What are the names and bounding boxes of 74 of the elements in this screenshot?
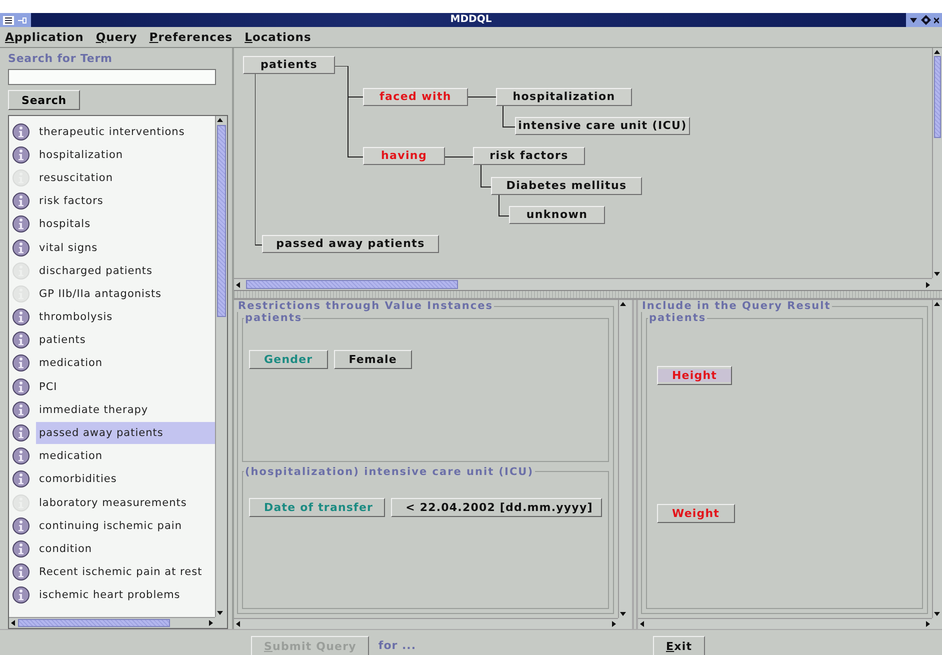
vertical-scrollbar[interactable] (618, 300, 632, 618)
group-title: patients (648, 312, 708, 324)
arrow-icon[interactable] (619, 300, 627, 308)
group-title: (hospitalization) intensive care unit (ICU) (244, 466, 534, 478)
connector-line (468, 96, 496, 98)
window-title: MDDQL (450, 13, 492, 27)
arrow-icon[interactable] (234, 280, 242, 288)
term-item[interactable]: continuing ischemic pain (36, 514, 215, 537)
arrow-icon[interactable] (9, 619, 17, 627)
term-item[interactable]: comorbidities (36, 468, 215, 490)
connector-line (498, 194, 510, 216)
term-item[interactable]: risk factors (36, 190, 215, 212)
concept-node[interactable]: patients (243, 56, 335, 74)
horizontal-scrollbar[interactable] (234, 278, 932, 290)
search-field[interactable] (8, 69, 216, 85)
vertical-scrollbar[interactable] (932, 48, 942, 278)
menu-icon[interactable] (3, 16, 14, 24)
menu-item[interactable]: Preferences (149, 30, 233, 44)
term-item[interactable]: PCI (36, 376, 215, 398)
horizontal-scrollbar[interactable] (638, 618, 932, 629)
vertical-scrollbar[interactable] (215, 116, 227, 617)
group-title: Restrictions through Value Instances (237, 300, 494, 312)
scrollbar-thumb[interactable] (18, 619, 170, 627)
term-item[interactable]: Recent ischemic pain at rest (36, 561, 215, 584)
value-button[interactable]: Female (334, 350, 412, 369)
term-item[interactable]: immediate therapy (36, 398, 215, 421)
vertical-scrollbar[interactable] (932, 300, 942, 618)
concept-node[interactable]: unknown (509, 206, 605, 224)
target-label: for ... (378, 638, 416, 654)
concept-node[interactable]: risk factors (473, 147, 585, 165)
arrow-icon[interactable] (234, 620, 242, 628)
arrow-icon[interactable] (638, 620, 646, 628)
term-item[interactable]: ischemic heart problems (36, 584, 215, 606)
term-item[interactable]: GP IIb/IIa antagonists (36, 282, 215, 305)
concept-node[interactable]: Diabetes mellitus (491, 177, 642, 195)
menu-item[interactable]: Query (96, 30, 138, 44)
term-item[interactable]: hospitalization (36, 144, 215, 166)
dropdown-icon[interactable] (909, 16, 918, 24)
scrollbar-thumb[interactable] (217, 125, 226, 317)
term-item[interactable]: patients (36, 329, 215, 352)
diamond-icon[interactable] (921, 15, 931, 25)
connector-line (502, 106, 516, 128)
term-item[interactable]: resuscitation (36, 166, 215, 189)
term-item[interactable]: medication (36, 352, 215, 374)
arrow-icon[interactable] (933, 48, 941, 56)
search-label: Search for Term (8, 52, 114, 65)
arrow-icon[interactable] (216, 116, 224, 124)
term-item[interactable]: thrombolysis (36, 306, 215, 328)
term-item[interactable]: condition (36, 538, 215, 560)
scrollbar-thumb[interactable] (246, 280, 458, 289)
term-item[interactable]: discharged patients (36, 260, 215, 282)
group-title: Include in the Query Result (641, 300, 832, 312)
term-item[interactable]: laboratory measurements (36, 492, 215, 514)
connector-line (444, 156, 474, 158)
concept-node[interactable]: passed away patients (262, 235, 439, 253)
connector-line (480, 164, 492, 188)
term-item[interactable]: therapeutic interventions (36, 120, 215, 143)
exit-button[interactable]: Exit (653, 636, 706, 655)
concept-node[interactable]: hospitalization (496, 88, 632, 106)
term-item[interactable]: medication (36, 445, 215, 468)
term-item[interactable]: hospitals (36, 213, 215, 236)
close-icon[interactable] (934, 16, 939, 24)
arrow-icon[interactable] (933, 300, 941, 308)
scrollbar-thumb[interactable] (934, 56, 941, 138)
value-button[interactable]: < 22.04.2002 [dd.mm.yyyy] (390, 498, 602, 516)
term-item[interactable]: vital signs (36, 236, 215, 259)
concept-node[interactable]: intensive care unit (ICU) (515, 117, 690, 135)
horizontal-scrollbar[interactable] (234, 618, 618, 629)
search-button[interactable]: Search (8, 90, 80, 110)
group-title: patients (244, 312, 304, 324)
term-item[interactable]: passed away patients (36, 422, 215, 444)
menu-item[interactable]: Application (5, 30, 84, 44)
horizontal-scrollbar[interactable] (9, 617, 215, 628)
menu-item[interactable]: Locations (244, 30, 312, 44)
